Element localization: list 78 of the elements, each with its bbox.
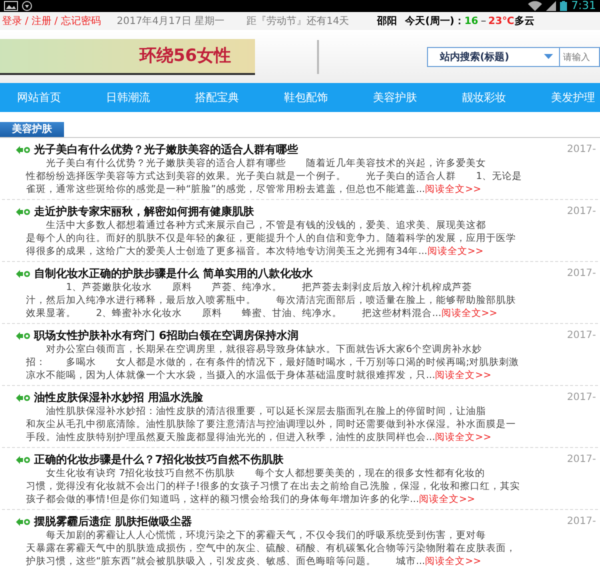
read-more-link[interactable]: 阅读全文>> — [425, 556, 482, 566]
clock-time: 7:31 — [571, 0, 596, 12]
nav-link[interactable]: 靓妆彩妆 — [445, 90, 534, 105]
article-date: 2017- — [566, 144, 596, 155]
bullet-icon — [16, 393, 30, 402]
summary-text: 每天加剧的雾霾让人人心慌慌，环境污染之下的雾霾天气，不仅令我们的呼吸系统受到伤害，更对每 — [46, 530, 486, 541]
account-link[interactable]: 登录 — [2, 14, 22, 28]
bullet-icon — [16, 455, 30, 464]
summary-text: 油性肌肤保湿补水妙招：油性皮肤的清洁很重要，可以延长深层去脂面乳在脸上的停留时间，让油脂 — [46, 406, 486, 417]
search-field[interactable]: 请输入 — [560, 46, 600, 66]
read-more-link[interactable]: 阅读全文>> — [419, 494, 476, 505]
caret-icon — [544, 54, 553, 59]
nav-link[interactable]: 日韩潮流 — [89, 90, 178, 105]
city-name: 邵阳 — [377, 15, 398, 28]
summary-text: 光子美白有什么优势？光子嫩肤美容的适合人群有哪些 随着近几年美容技术的兴起，许多爱美女 — [46, 158, 486, 169]
summary-text: 1、芦荟嫩肤化妆水 原料 芦荟、纯净水。 把芦荟去刺剥皮后放入榨汁机榨成芦荟 — [65, 282, 472, 293]
nav-link[interactable]: 美发护理 — [534, 90, 600, 105]
summary-text: 孩子都会做的事情!但是你们知道吗，这样的额习惯会给我们的身体每年增加许多的化学... — [26, 494, 419, 505]
summary-text: 习惯，觉得没有化妆就不会出门的样子!很多的女孩子习惯了在出去之前给自己洗脸，保湿，化妆和擦口红，其实 — [26, 481, 520, 492]
article-date: 2017- — [566, 392, 596, 403]
summary-text: 对办公室白领而言，长期呆在空调房里，就很容易导致身体缺水。下面就告诉大家6个空调房补水妙 — [46, 344, 482, 355]
low-temperature: 16 — [464, 16, 478, 26]
article-title[interactable]: 摆脱雾霾后遗症 肌肤拒做吸尘器 — [34, 514, 567, 529]
nav-link[interactable]: 网站首页 — [0, 90, 89, 105]
separator: / — [54, 16, 58, 26]
article-date: 2017- — [566, 268, 596, 279]
logo-banner[interactable]: 环绕56女性 — [0, 38, 255, 74]
article-title[interactable]: 油性皮肤保湿补水妙招 用温水洗脸 — [34, 390, 567, 405]
summary-text: 性都纷纷选择医学美容等方式达到美容的效果。光子美白就是一个例子。 光子美白的适合人群 1、无论是 — [26, 171, 522, 182]
article-title[interactable]: 自制化妆水正确的护肤步骤是什么 简单实用的八款化妆水 — [34, 266, 567, 281]
article-title[interactable]: 光子美白有什么优势？光子嫩肤美容的适合人群有哪些 — [34, 142, 567, 157]
summary-text: 招： 多喝水 女人都是水做的，在有条件的情况下，最好随时喝水，千万别等口渴的时候再喝;对肌肤刺激 — [26, 357, 520, 368]
section-tab[interactable]: 美容护肤 — [0, 122, 64, 137]
countdown-text: 距『劳动节』还有14天 — [246, 14, 350, 28]
summary-text: 是每个人的向往。而好的肌肤不仅是年轻的象征，更能提升个人的自信和竞争力。随着科学的发展，应用于医学 — [26, 233, 516, 244]
article-title[interactable]: 走近护肤专家宋丽秋，解密如何拥有健康肌肤 — [34, 204, 567, 219]
read-more-link[interactable]: 阅读全文>> — [427, 246, 484, 257]
search-scope-select[interactable]: 站内搜索(标题) — [427, 46, 560, 66]
separator: / — [25, 16, 28, 26]
nav-link[interactable]: 搭配宝典 — [178, 90, 267, 105]
summary-text: 天暴露在雾霾天气中的肌肤造成损伤，空气中的灰尘、硫酸、硝酸、有机碳氢化合物等污染物附着在皮肤表面， — [26, 543, 516, 554]
article-title[interactable]: 正确的化妆步骤是什么？7招化妆技巧自然不伤肌肤 — [34, 452, 567, 467]
nav-link[interactable]: 美容护肤 — [356, 90, 445, 105]
day-label: 今天(周一)： — [405, 14, 464, 28]
summary-text: 雀斑，通常这些斑给你的感觉是一种“脏脸”的感觉，尽管常用粉去遮盖，但总也不能遮盖... — [26, 184, 426, 195]
bullet-icon — [16, 331, 30, 340]
image-icon — [4, 1, 18, 11]
wifi-icon — [528, 1, 542, 11]
summary-text: 手段。油性皮肤特别护理虽然夏天脸庞都显得油光光的，但进入秋季，油性的皮肤同样也会... — [26, 432, 436, 443]
article-date: 2017- — [566, 454, 596, 465]
summary-text: 得很多的成果，这给广大的爱美人士创造了更多福音。本次特地专访润美玉之光拥有34年... — [26, 246, 428, 257]
bullet-icon — [16, 145, 30, 154]
account-link[interactable]: 忘记密码 — [60, 14, 101, 28]
read-more-link[interactable]: 阅读全文>> — [425, 184, 482, 195]
article-date: 2017- — [566, 330, 596, 341]
weather-text: 多云 — [514, 14, 534, 28]
summary-text: 凉水不能喝，因为人体就像一个大水袋，当摄入的水温低于身体基础温度时就很难挥发，只... — [26, 370, 436, 381]
article-title[interactable]: 职场女性护肤补水有窍门 6招助白领在空调房保持水润 — [34, 328, 567, 343]
summary-text: 和灰尘从毛孔中彻底清除。油性肌肤除了要注意清洁与控油调理以外，同时还需要做到补水保湿。补水面膜是一 — [26, 419, 516, 430]
summary-text: 生活中大多数人都想着通过各种方式来展示自己，不管是有钱的没钱的，爱美、追求美、展现美这都 — [46, 220, 486, 231]
bullet-icon — [16, 269, 30, 278]
article-date: 2017- — [566, 516, 596, 527]
date-text: 2017年4月17日 星期一 — [116, 14, 224, 28]
read-more-link[interactable]: 阅读全文>> — [441, 308, 498, 319]
high-temperature: 23℃ — [488, 16, 514, 26]
summary-text: 效果显著。 2、蜂蜜补水化妆水 原料 蜂蜜、甘油、纯净水。 把这些材料混合... — [26, 308, 442, 319]
dash-text: － — [478, 15, 488, 28]
read-more-link[interactable]: 阅读全文>> — [435, 432, 492, 443]
nav-link[interactable]: 鞋包配饰 — [267, 90, 356, 105]
bullet-icon — [16, 517, 30, 526]
summary-text: 汁，然后加入纯净水进行稀释，最后放入喷雾瓶中。 每次清洁完面部后，喷适量在脸上，能够帮助脸部肌肤 — [26, 295, 516, 306]
summary-text: 女生化妆有诀窍 7招化妆技巧自然不伤肌肤 每个女人都想要美美的，现在的很多女性都有化妆的 — [46, 468, 486, 479]
article-date: 2017- — [566, 206, 596, 217]
bullet-icon — [16, 207, 30, 216]
account-link[interactable]: 注册 — [31, 14, 52, 28]
battery-icon — [560, 1, 568, 11]
summary-text: 护肤习惯，这些“脏东西”就会被肌肤吸入，引发皮炎、敏感、面色晦暗等问题。 城市... — [26, 556, 426, 566]
read-more-link[interactable]: 阅读全文>> — [435, 370, 492, 381]
